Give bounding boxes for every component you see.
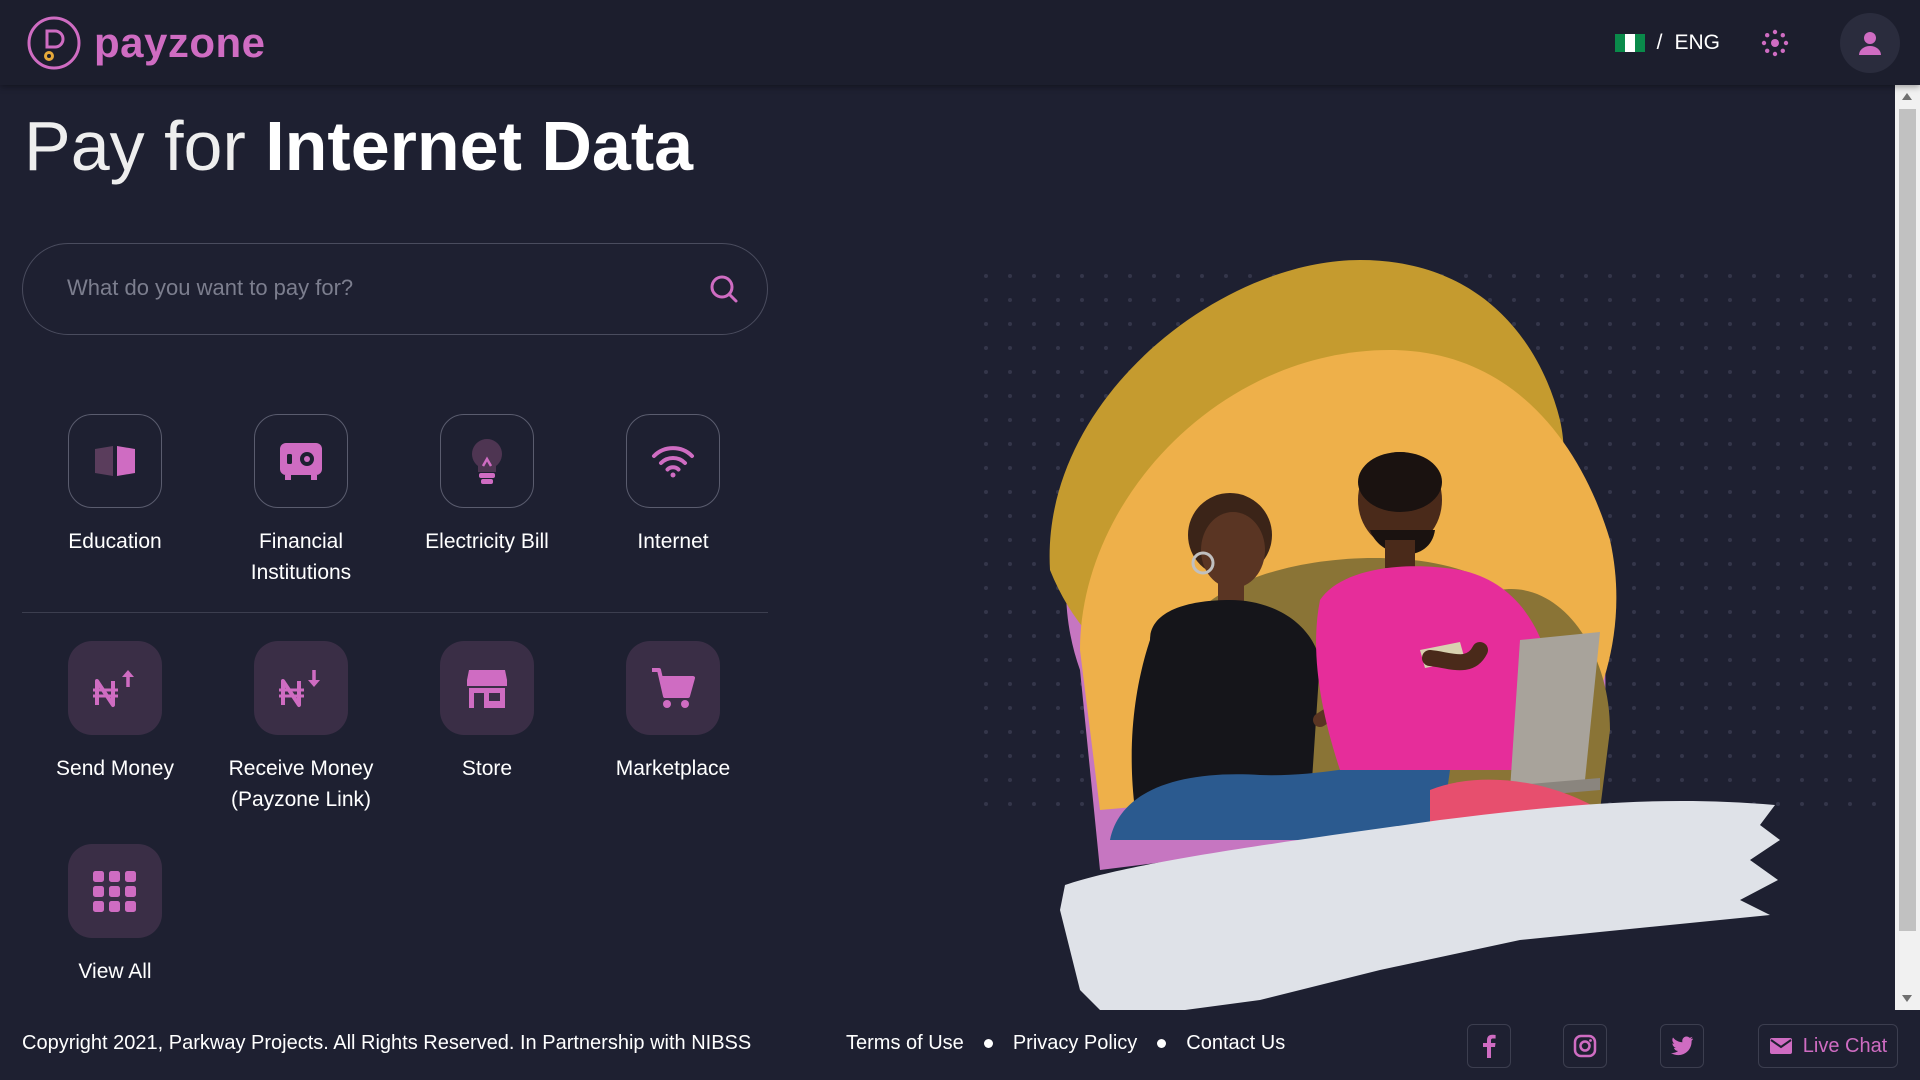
cart-icon bbox=[652, 668, 695, 708]
top-bar: payzone / ENG bbox=[0, 0, 1920, 85]
category-financial-button[interactable] bbox=[254, 414, 348, 508]
nigeria-flag-icon bbox=[1614, 34, 1645, 52]
naira-receive-icon bbox=[279, 670, 320, 707]
service-view-all[interactable]: View All bbox=[22, 844, 208, 987]
facebook-button[interactable] bbox=[1467, 1024, 1511, 1068]
category-label: Financial Institutions bbox=[250, 530, 352, 584]
category-label: Electricity Bill bbox=[425, 530, 549, 553]
instagram-button[interactable] bbox=[1563, 1024, 1607, 1068]
facebook-icon bbox=[1483, 1034, 1496, 1058]
page-title: Pay for Internet Data bbox=[24, 106, 693, 186]
language-selector[interactable]: / ENG bbox=[1614, 31, 1720, 55]
category-label: Education bbox=[68, 530, 162, 553]
search-icon[interactable] bbox=[709, 274, 739, 304]
section-divider bbox=[22, 612, 768, 613]
hero-illustration bbox=[974, 260, 1890, 1020]
category-financial-institutions[interactable]: Financial Institutions bbox=[208, 414, 394, 588]
wifi-icon bbox=[652, 446, 694, 478]
service-marketplace[interactable]: Marketplace bbox=[580, 641, 766, 784]
payzone-logo-icon bbox=[27, 16, 81, 70]
store-icon bbox=[467, 670, 507, 708]
scrollbar[interactable] bbox=[1895, 85, 1920, 1010]
language-separator: / bbox=[1656, 31, 1663, 54]
page-title-prefix: Pay for bbox=[24, 107, 246, 185]
privacy-policy-link[interactable]: Privacy Policy bbox=[1013, 1032, 1137, 1055]
service-label: Send Money bbox=[56, 757, 174, 780]
terms-of-use-link[interactable]: Terms of Use bbox=[846, 1032, 964, 1055]
naira-send-icon bbox=[93, 670, 134, 707]
mail-icon bbox=[1769, 1038, 1792, 1054]
live-chat-label: Live Chat bbox=[1802, 1034, 1888, 1057]
link-separator-dot bbox=[983, 1039, 993, 1048]
lightbulb-icon bbox=[472, 439, 502, 484]
link-separator-dot bbox=[1157, 1039, 1167, 1048]
user-icon bbox=[1859, 32, 1881, 55]
user-avatar-button[interactable] bbox=[1840, 13, 1900, 73]
scroll-thumb[interactable] bbox=[1899, 109, 1916, 931]
grid-icon bbox=[93, 871, 136, 912]
service-label: Receive Money (Payzone Link) bbox=[228, 757, 374, 811]
brand-name: payzone bbox=[94, 19, 266, 66]
category-electricity-bill[interactable]: Electricity Bill bbox=[394, 414, 580, 557]
category-education[interactable]: Education bbox=[22, 414, 208, 557]
language-code: ENG bbox=[1674, 31, 1720, 54]
settings-icon[interactable] bbox=[1760, 28, 1790, 58]
view-all-button[interactable] bbox=[68, 844, 162, 938]
page-title-service: Internet Data bbox=[265, 107, 694, 185]
twitter-button[interactable] bbox=[1660, 1024, 1704, 1068]
service-marketplace-button[interactable] bbox=[626, 641, 720, 735]
category-label: Internet bbox=[637, 530, 709, 553]
footer-links: Terms of Use Privacy Policy Contact Us bbox=[846, 1032, 1285, 1055]
service-receive-money[interactable]: Receive Money (Payzone Link) bbox=[208, 641, 394, 815]
book-icon bbox=[95, 446, 135, 476]
scroll-down-arrow-icon[interactable] bbox=[1902, 995, 1912, 1002]
service-store-button[interactable] bbox=[440, 641, 534, 735]
service-receive-money-button[interactable] bbox=[254, 641, 348, 735]
scroll-up-arrow-icon[interactable] bbox=[1902, 93, 1912, 100]
category-electricity-button[interactable] bbox=[440, 414, 534, 508]
contact-us-link[interactable]: Contact Us bbox=[1186, 1032, 1285, 1055]
category-internet[interactable]: Internet bbox=[580, 414, 766, 557]
service-send-money-button[interactable] bbox=[68, 641, 162, 735]
twitter-icon bbox=[1671, 1036, 1693, 1056]
service-label: Store bbox=[461, 757, 513, 780]
service-send-money[interactable]: Send Money bbox=[22, 641, 208, 784]
service-store[interactable]: Store bbox=[394, 641, 580, 784]
brand-logo[interactable]: payzone bbox=[26, 14, 266, 72]
live-chat-button[interactable]: Live Chat bbox=[1758, 1024, 1898, 1068]
footer: Copyright 2021, Parkway Projects. All Ri… bbox=[0, 1010, 1920, 1080]
category-internet-button[interactable] bbox=[626, 414, 720, 508]
search-input[interactable] bbox=[67, 244, 667, 332]
copyright-text: Copyright 2021, Parkway Projects. All Ri… bbox=[22, 1032, 752, 1054]
instagram-icon bbox=[1573, 1034, 1597, 1058]
service-label: Marketplace bbox=[615, 757, 731, 780]
service-label: View All bbox=[78, 960, 152, 983]
safe-icon bbox=[280, 443, 322, 480]
category-education-button[interactable] bbox=[68, 414, 162, 508]
search-bar bbox=[22, 243, 768, 335]
